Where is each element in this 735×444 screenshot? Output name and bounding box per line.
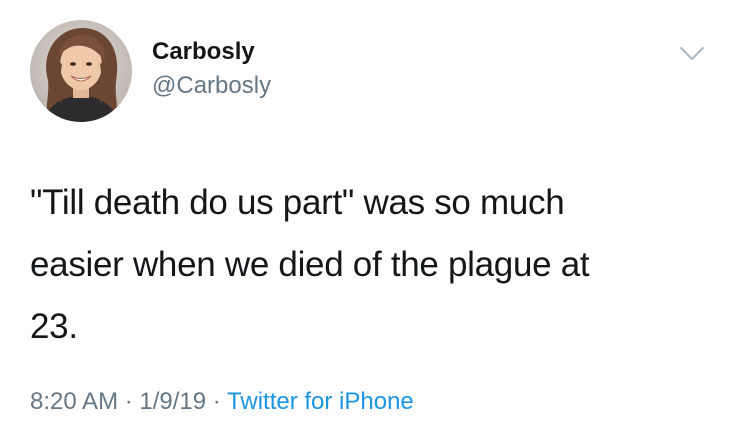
tweet-source-link[interactable]: Twitter for iPhone — [227, 388, 414, 415]
tweet-date[interactable]: 1/9/19 — [139, 388, 206, 415]
tweet-text-line: "Till death do us part" was so much — [30, 183, 565, 222]
tweet-text-line: 23. — [30, 307, 78, 346]
tweet-time[interactable]: 8:20 AM — [30, 388, 118, 415]
tweet-meta: 8:20 AM · 1/9/19 · Twitter for iPhone — [30, 388, 414, 416]
tweet-card: Carbosly @Carbosly "Till death do us par… — [0, 0, 735, 444]
user-handle[interactable]: @Carbosly — [152, 72, 271, 100]
tweet-text: "Till death do us part" was so much easi… — [30, 172, 720, 358]
meta-separator: · — [206, 388, 228, 415]
meta-separator: · — [118, 388, 140, 415]
avatar[interactable] — [30, 20, 132, 122]
display-name[interactable]: Carbosly — [152, 38, 255, 66]
tweet-text-line: easier when we died of the plague at — [30, 245, 590, 284]
chevron-down-icon[interactable] — [677, 42, 707, 66]
